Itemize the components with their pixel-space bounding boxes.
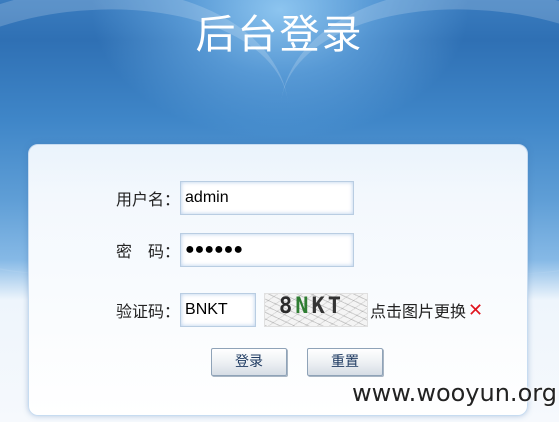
captcha-label: 验证码：: [116, 302, 181, 321]
captcha-row: 验证码： BNKT 8NKT 点击图片更换 ✕: [116, 293, 483, 327]
password-label: 密 码：: [116, 242, 181, 261]
login-button[interactable]: 登录: [211, 348, 287, 376]
captcha-char: T: [327, 294, 345, 319]
username-row: 用户名： admin: [116, 181, 355, 215]
password-row: 密 码： ●●●●●●: [116, 233, 355, 267]
watermark-text: www.wooyun.org: [352, 379, 557, 407]
username-input[interactable]: admin: [180, 181, 355, 215]
username-label: 用户名：: [116, 190, 181, 209]
captcha-image[interactable]: 8NKT: [264, 293, 369, 327]
page-title: 后台登录: [195, 12, 364, 58]
captcha-refresh-link[interactable]: 点击图片更换: [370, 298, 466, 322]
captcha-char: 8: [279, 294, 296, 319]
captcha-char: K: [311, 294, 328, 319]
captcha-input[interactable]: BNKT: [180, 293, 257, 327]
reset-button[interactable]: 重置: [307, 348, 383, 376]
captcha-text: 8NKT: [279, 294, 344, 319]
password-input[interactable]: ●●●●●●: [180, 233, 355, 267]
close-icon[interactable]: ✕: [468, 300, 483, 321]
captcha-char: N: [295, 294, 312, 319]
